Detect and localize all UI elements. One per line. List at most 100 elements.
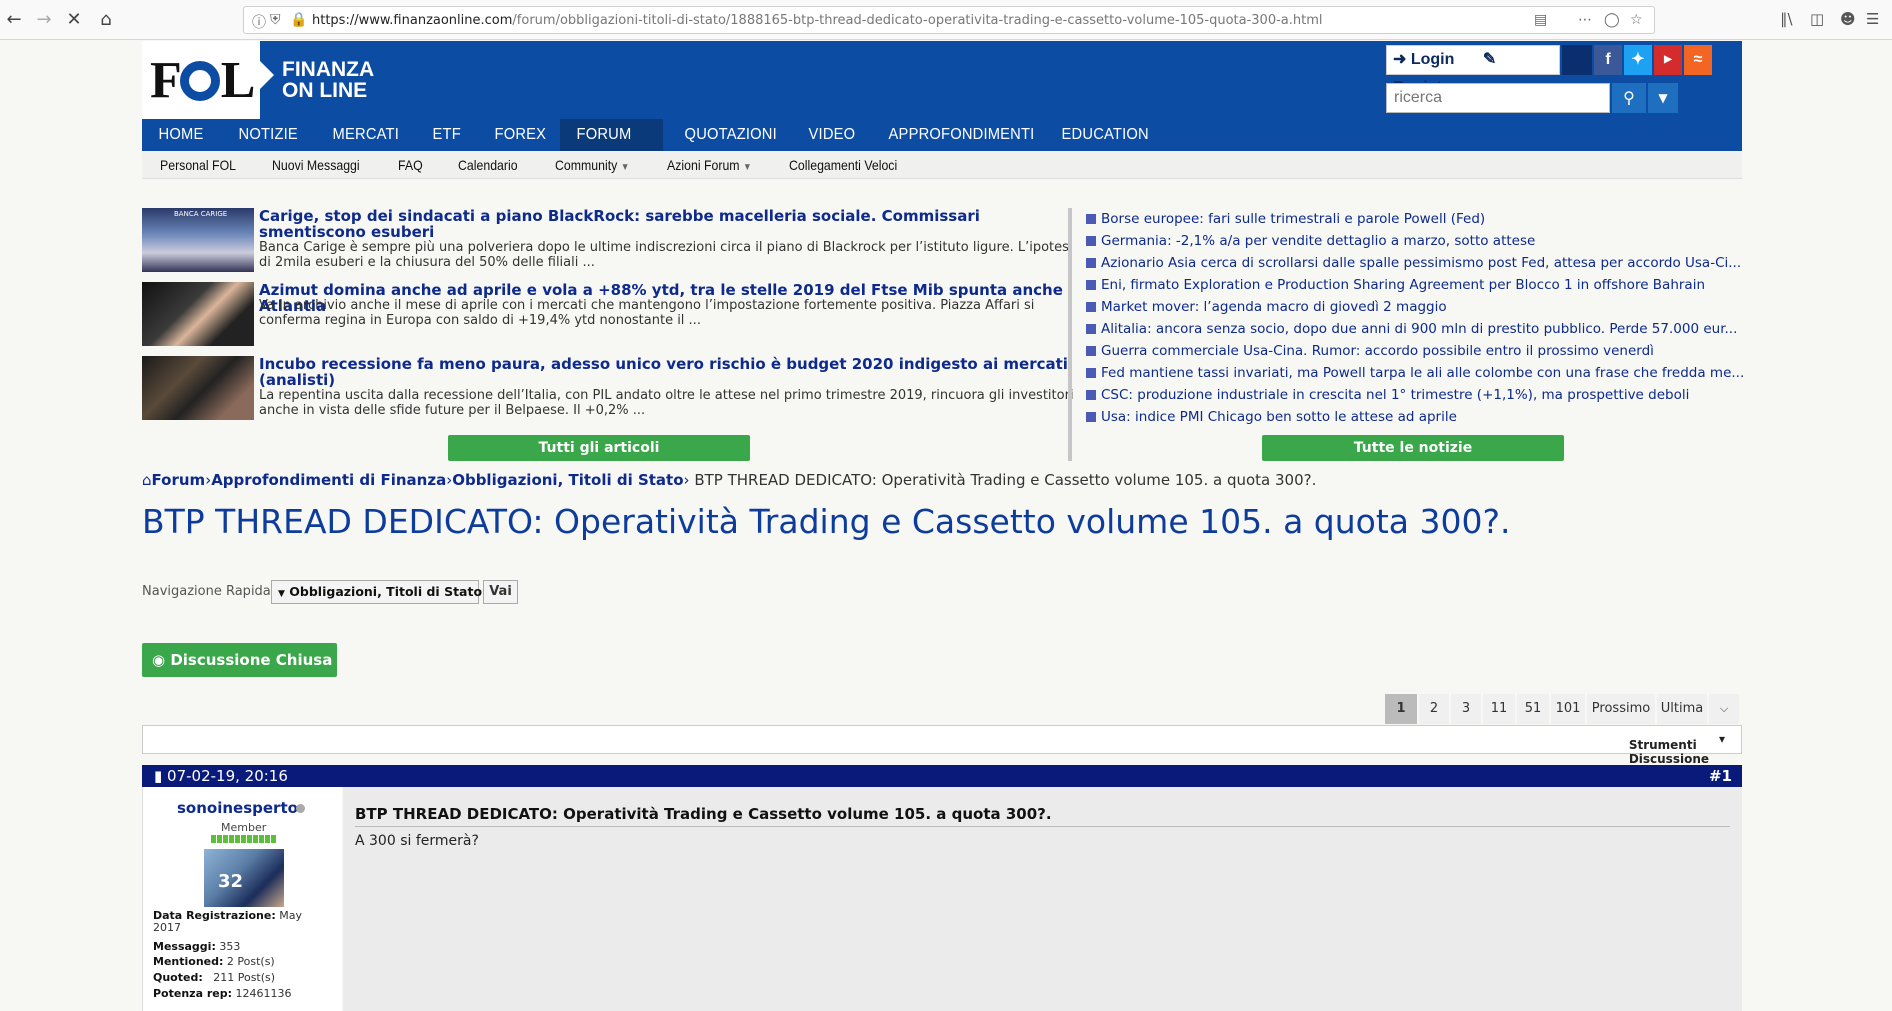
youtube-icon[interactable]: ▶	[1654, 45, 1682, 75]
all-news-button[interactable]: Tutte le notizie	[1262, 435, 1564, 461]
stop-icon[interactable]: ✕	[62, 8, 86, 32]
news-item[interactable]: Guerra commerciale Usa-Cina. Rumor: acco…	[1086, 343, 1654, 359]
thread-tools-menu[interactable]: Strumenti Discussione ▾	[1629, 732, 1725, 766]
news-item[interactable]: Azionario Asia cerca di scrollarsi dalle…	[1086, 255, 1741, 271]
reader-view-icon[interactable]: ▤	[1534, 12, 1547, 28]
quick-nav-select[interactable]: ▼ Obbligazioni, Titoli di Stato	[271, 580, 482, 604]
news-item[interactable]: Germania: -2,1% a/a per vendite dettagli…	[1086, 233, 1535, 249]
avatar[interactable]: 32	[204, 849, 284, 907]
library-icon[interactable]: ∥\	[1780, 10, 1793, 28]
search-icon[interactable]: ⚲	[1612, 83, 1646, 113]
discussion-closed-button[interactable]: ◉ Discussione Chiusa	[142, 643, 337, 677]
last-page-link[interactable]: Ultima	[1657, 694, 1707, 724]
post-date: ▮ 07-02-19, 20:16	[154, 767, 288, 785]
nav-forex[interactable]: FOREX	[478, 119, 563, 151]
user-info-messages: Messaggi: 353	[153, 940, 241, 953]
subnav-azioni-forum[interactable]: Azioni Forum ▼	[667, 157, 752, 173]
page-11[interactable]: 11	[1483, 694, 1515, 724]
reputation-bar	[211, 835, 277, 843]
all-articles-button[interactable]: Tutti gli articoli	[448, 435, 750, 461]
subnav-collegamenti-veloci[interactable]: Collegamenti Veloci	[789, 157, 897, 173]
breadcrumb-forum[interactable]: Forum	[152, 471, 206, 489]
subnav-calendario[interactable]: Calendario	[458, 157, 518, 173]
login-button[interactable]: ➜ Login	[1393, 51, 1466, 68]
url-text[interactable]: https://www.finanzaonline.com/forum/obbl…	[312, 13, 1323, 28]
home-icon[interactable]: ⌂	[142, 471, 152, 489]
tracking-shield-icon[interactable]: ⛨	[270, 12, 281, 28]
subnav-personal-fol[interactable]: Personal FOL	[160, 157, 236, 173]
subnav-faq[interactable]: FAQ	[398, 157, 423, 173]
caret-icon: ▼	[620, 162, 630, 173]
nav-forum[interactable]: FORUM	[560, 119, 664, 151]
browser-toolbar: ← → ✕ ⌂ ⓘ ⛨ 🔒 https://www.finanzaonline.…	[0, 0, 1892, 40]
news-item[interactable]: Borse europee: fari sulle trimestrali e …	[1086, 211, 1485, 227]
info-icon[interactable]: ⓘ	[252, 12, 266, 32]
sub-nav: Personal FOL Nuovi Messaggi FAQ Calendar…	[142, 151, 1742, 179]
nav-mercati[interactable]: MERCATI	[316, 119, 416, 151]
page-actions-icon[interactable]: ⋯	[1578, 12, 1592, 28]
rss-icon[interactable]: ≈	[1684, 45, 1712, 75]
forward-icon[interactable]: →	[32, 8, 56, 32]
logo-fol: FL	[150, 52, 255, 109]
nav-approfondimenti[interactable]: APPROFONDIMENTI	[872, 119, 1051, 151]
post-title: BTP THREAD DEDICATO: Operatività Trading…	[355, 805, 1052, 823]
post-content: BTP THREAD DEDICATO: Operatività Trading…	[343, 787, 1742, 1011]
page-3[interactable]: 3	[1451, 694, 1481, 724]
facebook-icon[interactable]: f	[1594, 45, 1622, 75]
menu-icon[interactable]: ☰	[1866, 10, 1879, 28]
chevron-down-icon[interactable]: ⌵	[1709, 694, 1739, 724]
url-bar[interactable]: ⓘ ⛨ 🔒 https://www.finanzaonline.com/foru…	[243, 6, 1655, 34]
article-summary: Va in archivio anche il mese di aprile c…	[259, 298, 1035, 328]
account-icon[interactable]: ☻	[1840, 10, 1856, 28]
nav-notizie[interactable]: NOTIZIE	[222, 119, 314, 151]
nav-video[interactable]: VIDEO	[792, 119, 872, 151]
nav-etf[interactable]: ETF	[416, 119, 477, 151]
lock-circle-icon: ◉	[152, 651, 166, 669]
logo-text[interactable]: FINANZA ON LINE	[282, 59, 374, 101]
news-item[interactable]: Eni, firmato Exploration e Production Sh…	[1086, 277, 1705, 293]
page-51[interactable]: 51	[1517, 694, 1549, 724]
page-2[interactable]: 2	[1419, 694, 1449, 724]
logo-line1: FINANZA	[282, 58, 375, 81]
username[interactable]: sonoinesperto	[177, 799, 298, 817]
breadcrumb: ⌂Forum›Approfondimenti di Finanza›Obblig…	[142, 471, 1317, 489]
nav-quotazioni[interactable]: QUOTAZIONI	[668, 119, 793, 151]
news-item[interactable]: CSC: produzione industriale in crescita …	[1086, 387, 1689, 403]
post-icon: ▮	[154, 767, 163, 785]
article-thumbnail[interactable]	[142, 282, 254, 346]
news-item[interactable]: Usa: indice PMI Chicago ben sotto le att…	[1086, 409, 1457, 425]
bookmark-star-icon[interactable]: ☆	[1630, 12, 1643, 28]
subnav-community[interactable]: Community ▼	[555, 157, 629, 173]
article-thumbnail[interactable]	[142, 356, 254, 420]
breadcrumb-obbligazioni[interactable]: Obbligazioni, Titoli di Stato	[452, 471, 683, 489]
page-101[interactable]: 101	[1551, 694, 1585, 724]
pocket-icon[interactable]: ◯	[1604, 12, 1620, 28]
next-page-link[interactable]: Prossimo	[1587, 694, 1655, 724]
caret-icon: ▼	[278, 589, 285, 599]
logo[interactable]: FL	[142, 41, 260, 119]
news-divider	[1068, 208, 1072, 461]
news-item[interactable]: Market mover: l’agenda macro di giovedì …	[1086, 299, 1447, 315]
search-input[interactable]	[1386, 83, 1610, 113]
home-icon[interactable]: ⌂	[94, 8, 118, 32]
page-1[interactable]: 1	[1385, 694, 1417, 724]
twitter-icon[interactable]: ✦	[1624, 45, 1652, 75]
article-thumbnail[interactable]: BANCA CARIGE	[142, 208, 254, 272]
back-icon[interactable]: ←	[2, 8, 26, 32]
news-item[interactable]: Fed mantiene tassi invariati, ma Powell …	[1086, 365, 1744, 381]
article-title[interactable]: Carige, stop dei sindacati a piano Black…	[259, 208, 1074, 240]
breadcrumb-approfondimenti[interactable]: Approfondimenti di Finanza	[211, 471, 446, 489]
nav-education[interactable]: EDUCATION	[1045, 119, 1165, 151]
post-body: A 300 si fermerà?	[355, 833, 479, 849]
user-info-quoted: Quoted: 211 Post(s)	[153, 971, 276, 984]
sidebar-icon[interactable]: ◫	[1810, 10, 1824, 28]
article-summary: Banca Carige è sempre più una polveriera…	[259, 240, 1073, 270]
subnav-nuovi-messaggi[interactable]: Nuovi Messaggi	[272, 157, 360, 173]
lock-icon[interactable]: 🔒	[290, 12, 307, 28]
post-number[interactable]: #1	[1709, 765, 1732, 787]
quick-nav-go-button[interactable]: Vai	[483, 580, 518, 604]
news-item[interactable]: Alitalia: ancora senza socio, dopo due a…	[1086, 321, 1737, 337]
nav-home[interactable]: HOME	[142, 119, 220, 151]
article-title[interactable]: Incubo recessione fa meno paura, adesso …	[259, 356, 1074, 388]
chevron-down-icon[interactable]: ▼	[1648, 83, 1678, 113]
